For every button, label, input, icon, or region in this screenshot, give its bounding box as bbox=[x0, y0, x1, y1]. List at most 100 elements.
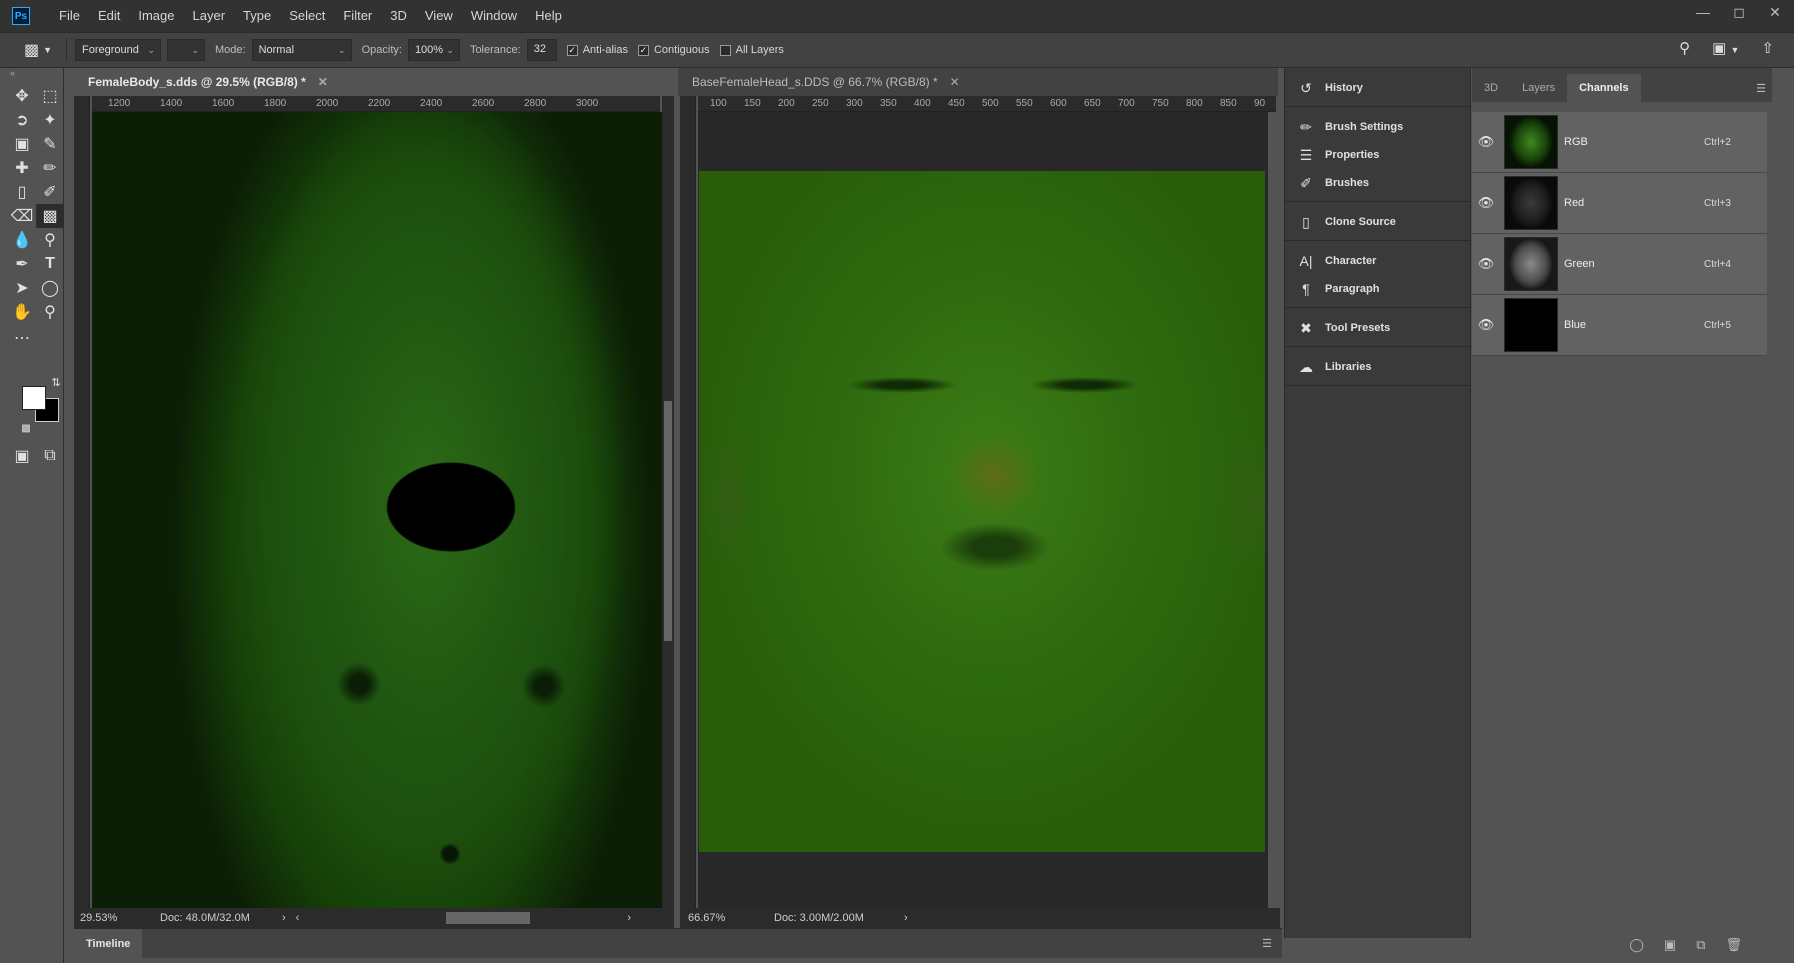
move-tool-icon[interactable]: ✥ bbox=[8, 84, 36, 108]
tab-femalebody[interactable]: FemaleBody_s.dds @ 29.5% (RGB/8) * ✕ bbox=[74, 68, 604, 96]
close-icon[interactable]: ✕ bbox=[950, 75, 960, 89]
paint-bucket-icon[interactable]: ▩ bbox=[36, 204, 64, 228]
pen-tool-icon[interactable]: ✒ bbox=[8, 252, 36, 276]
panel-menu-icon[interactable]: ☰ bbox=[1262, 937, 1272, 950]
antialias-checkbox[interactable]: ✓ Anti-alias bbox=[566, 44, 628, 56]
menu-edit[interactable]: Edit bbox=[89, 0, 129, 32]
zoom-level[interactable]: 29.53% bbox=[80, 912, 160, 924]
panel-footer: ◯ ▣ ⧉ 🗑 bbox=[1472, 931, 1772, 959]
mode-select[interactable]: Normal ⌄ bbox=[251, 39, 352, 61]
save-selection-icon[interactable]: ▣ bbox=[1664, 937, 1676, 953]
type-tool-icon[interactable]: T bbox=[36, 252, 64, 276]
dock-brush-settings[interactable]: ✏ Brush Settings bbox=[1285, 113, 1470, 141]
foreground-color-swatch[interactable] bbox=[22, 386, 46, 410]
magic-wand-tool-icon[interactable]: ✦ bbox=[36, 108, 64, 132]
menu-image[interactable]: Image bbox=[129, 0, 183, 32]
new-channel-icon[interactable]: ⧉ bbox=[1696, 937, 1705, 953]
dock-properties[interactable]: ☰ Properties bbox=[1285, 141, 1470, 169]
head-texture-canvas[interactable] bbox=[699, 171, 1265, 852]
search-icon[interactable]: ⚲ bbox=[1679, 39, 1690, 57]
tab-3d[interactable]: 3D bbox=[1472, 74, 1510, 102]
dock-libraries[interactable]: ☁ Libraries bbox=[1285, 353, 1470, 381]
eraser-tool-icon[interactable]: ⌫ bbox=[8, 204, 36, 228]
menu-help[interactable]: Help bbox=[526, 0, 571, 32]
menu-file[interactable]: File bbox=[50, 0, 89, 32]
vertical-scrollbar[interactable] bbox=[662, 96, 674, 908]
more-tools-icon[interactable]: ⋯ bbox=[8, 326, 36, 350]
pattern-picker[interactable]: ⌄ bbox=[167, 39, 205, 61]
menu-3d[interactable]: 3D bbox=[381, 0, 416, 32]
channel-row-rgb[interactable]: 👁 RGB Ctrl+2 bbox=[1472, 112, 1767, 173]
tab-femalehead[interactable]: BaseFemaleHead_s.DDS @ 66.7% (RGB/8) * ✕ bbox=[678, 68, 1278, 96]
opacity-field[interactable]: 100% ⌄ bbox=[407, 39, 460, 61]
swap-colors-icon[interactable]: ⇅ bbox=[42, 370, 70, 394]
ellipse-tool-icon[interactable]: ◯ bbox=[36, 276, 64, 300]
quick-mask-icon[interactable]: ▣ bbox=[8, 444, 36, 468]
history-brush-icon[interactable]: ✐ bbox=[36, 180, 64, 204]
marquee-tool-icon[interactable]: ⬚ bbox=[36, 84, 64, 108]
tab-layers[interactable]: Layers bbox=[1510, 74, 1567, 102]
panel-menu-icon[interactable]: ☰ bbox=[1756, 82, 1766, 95]
healing-brush-icon[interactable]: ✚ bbox=[8, 156, 36, 180]
all-layers-checkbox[interactable]: All Layers bbox=[719, 44, 784, 56]
lasso-tool-icon[interactable]: ➲ bbox=[8, 108, 36, 132]
dock-brushes[interactable]: ✐ Brushes bbox=[1285, 169, 1470, 197]
fill-source-select[interactable]: Foreground ⌄ bbox=[75, 39, 161, 61]
contiguous-checkbox[interactable]: ✓ Contiguous bbox=[637, 44, 710, 56]
collapse-icon[interactable]: « bbox=[10, 68, 15, 78]
properties-icon: ☰ bbox=[1299, 146, 1313, 163]
status-menu-icon[interactable]: › bbox=[282, 912, 286, 924]
hand-tool-icon[interactable]: ✋ bbox=[8, 300, 36, 324]
screen-mode-icon[interactable]: ⧉ bbox=[36, 444, 64, 468]
share-icon[interactable]: ⇧ bbox=[1761, 39, 1774, 57]
scrollbar-thumb[interactable] bbox=[664, 401, 672, 641]
menu-filter[interactable]: Filter bbox=[334, 0, 381, 32]
visibility-eye-icon[interactable]: 👁 bbox=[1472, 317, 1500, 333]
document-status-bar: 66.67% Doc: 3.00M/2.00M › bbox=[680, 908, 1280, 928]
visibility-eye-icon[interactable]: 👁 bbox=[1472, 256, 1500, 272]
menu-type[interactable]: Type bbox=[234, 0, 280, 32]
channel-row-red[interactable]: 👁 Red Ctrl+3 bbox=[1472, 173, 1767, 234]
tab-timeline[interactable]: Timeline bbox=[74, 929, 143, 959]
load-selection-icon[interactable]: ◯ bbox=[1629, 937, 1644, 953]
path-selection-icon[interactable]: ➤ bbox=[8, 276, 36, 300]
menu-layer[interactable]: Layer bbox=[184, 0, 235, 32]
menu-window[interactable]: Window bbox=[462, 0, 526, 32]
zoom-level[interactable]: 66.67% bbox=[688, 912, 774, 924]
dock-history[interactable]: ↺ History bbox=[1285, 74, 1470, 102]
dock-tool-presets[interactable]: ✖ Tool Presets bbox=[1285, 314, 1470, 342]
minimize-button[interactable]: — bbox=[1694, 4, 1712, 20]
paint-bucket-preset-icon[interactable]: ▩ ▼ bbox=[18, 37, 58, 63]
tolerance-input[interactable]: 32 bbox=[526, 39, 557, 61]
horizontal-scrollbar-thumb[interactable] bbox=[446, 912, 530, 924]
menu-select[interactable]: Select bbox=[280, 0, 334, 32]
visibility-eye-icon[interactable]: 👁 bbox=[1472, 195, 1500, 211]
separator bbox=[66, 38, 67, 62]
close-button[interactable]: ✕ bbox=[1766, 4, 1784, 21]
channel-row-green[interactable]: 👁 Green Ctrl+4 bbox=[1472, 234, 1767, 295]
delete-channel-icon[interactable]: 🗑 bbox=[1725, 937, 1742, 953]
visibility-eye-icon[interactable]: 👁 bbox=[1472, 134, 1500, 150]
tab-channels[interactable]: Channels bbox=[1567, 74, 1641, 102]
default-colors-icon[interactable]: ▩ bbox=[12, 416, 40, 440]
menu-view[interactable]: View bbox=[416, 0, 462, 32]
eyedropper-tool-icon[interactable]: ✎ bbox=[36, 132, 64, 156]
body-texture-canvas[interactable] bbox=[92, 112, 662, 908]
workspace-icon[interactable]: ▣ ▼ bbox=[1712, 39, 1739, 57]
status-menu-icon[interactable]: › bbox=[904, 912, 908, 924]
scroll-left-icon[interactable]: ‹ bbox=[296, 912, 300, 924]
blur-tool-icon[interactable]: 💧 bbox=[8, 228, 36, 252]
close-icon[interactable]: ✕ bbox=[318, 75, 328, 89]
scroll-right-icon[interactable]: › bbox=[627, 912, 631, 924]
dock-clone-source[interactable]: ▯ Clone Source bbox=[1285, 208, 1470, 236]
brush-tool-icon[interactable]: ✏ bbox=[36, 156, 64, 180]
dock-paragraph[interactable]: ¶ Paragraph bbox=[1285, 275, 1470, 303]
zoom-tool-icon[interactable]: ⚲ bbox=[36, 300, 64, 324]
clone-stamp-icon[interactable]: ▯ bbox=[8, 180, 36, 204]
crop-tool-icon[interactable]: ▣ bbox=[8, 132, 36, 156]
channel-name: RGB bbox=[1564, 136, 1588, 148]
dock-character[interactable]: A| Character bbox=[1285, 247, 1470, 275]
maximize-button[interactable]: ◻ bbox=[1730, 4, 1748, 21]
dodge-tool-icon[interactable]: ⚲ bbox=[36, 228, 64, 252]
channel-row-blue[interactable]: 👁 Blue Ctrl+5 bbox=[1472, 295, 1767, 356]
